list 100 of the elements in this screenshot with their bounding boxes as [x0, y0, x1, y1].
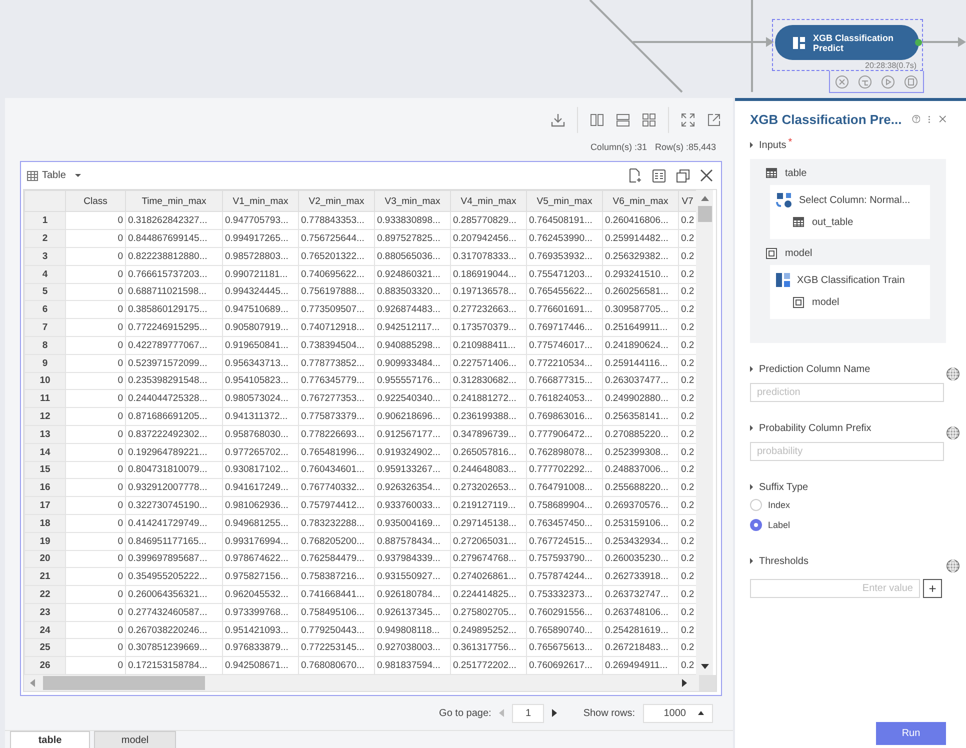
table-cell: 0.980573024... [222, 390, 298, 408]
column-header[interactable]: Time_min_max [126, 190, 222, 212]
column-header[interactable]: V3_min_max [374, 190, 450, 212]
column-header[interactable]: Class [66, 190, 126, 212]
globe-icon[interactable] [946, 426, 960, 440]
close-icon[interactable] [938, 113, 946, 125]
table-cell: 0.926137345... [374, 603, 450, 622]
row-number: 10 [24, 372, 66, 390]
radio-button[interactable] [750, 499, 762, 511]
caret-icon[interactable] [750, 484, 753, 490]
table-cell: 0.931550927... [374, 568, 450, 586]
horizontal-scrollbar[interactable] [24, 675, 716, 692]
external-link-icon[interactable] [707, 112, 721, 127]
row-number: 22 [24, 586, 66, 604]
columns-icon[interactable] [590, 112, 604, 127]
workflow-node[interactable]: XGB Classification Predict [775, 25, 919, 60]
input-field[interactable]: Enter value [750, 579, 920, 598]
table-cell: 0.994324445... [222, 283, 298, 301]
table-cell: 0.755471203... [526, 265, 602, 284]
table-cell: 0.385860129175... [126, 300, 222, 319]
table-cell: 0.277232663... [450, 300, 526, 319]
input-field[interactable]: probability [750, 442, 944, 461]
settings-list-icon[interactable] [652, 168, 666, 183]
column-header[interactable]: V7 [678, 190, 696, 212]
column-header[interactable]: V5_min_max [526, 190, 602, 212]
vertical-scrollbar[interactable] [696, 190, 713, 676]
table-cell: 0.192964789221... [126, 443, 222, 462]
download-icon[interactable] [551, 112, 565, 127]
table-cell: 0.765455622... [526, 283, 602, 301]
file-add-icon[interactable] [628, 168, 642, 184]
input-field[interactable]: prediction [750, 383, 944, 402]
column-header[interactable]: V4_min_max [450, 190, 526, 212]
output-port-name: out_table [812, 216, 854, 228]
table-cell: 0.949808118... [374, 621, 450, 639]
table-cell: 0.880565036... [374, 247, 450, 266]
table-cell: 0.758387216... [298, 568, 374, 586]
play-icon[interactable] [881, 74, 896, 88]
page-field[interactable]: 1 [512, 704, 544, 723]
table-cell: 0.942512117... [374, 318, 450, 336]
table-cell: 0 [66, 372, 126, 390]
required-mark: * [788, 137, 792, 148]
port-name: model [785, 248, 812, 258]
tab[interactable]: table [10, 731, 90, 748]
grid-icon[interactable] [642, 112, 656, 127]
table-cell: 0 [66, 390, 126, 408]
caret-icon[interactable] [750, 366, 753, 372]
table-cell: 0 [66, 496, 126, 514]
row-number: 4 [24, 265, 66, 284]
table-icon [793, 217, 804, 227]
table-cell: 0.766877315... [526, 372, 602, 390]
branch-icon[interactable] [858, 74, 872, 88]
globe-icon[interactable] [946, 559, 960, 573]
column-header[interactable]: V6_min_max [602, 190, 678, 212]
expand-icon[interactable] [681, 112, 695, 127]
table-cell: 0.765201322... [298, 247, 374, 266]
table-cell: 0.769863016... [526, 408, 602, 426]
table-cell: 0.993176994... [222, 532, 298, 550]
rows-per-page-select[interactable]: 1000 [643, 704, 713, 723]
rows-icon[interactable] [616, 112, 630, 127]
help-icon[interactable] [912, 112, 920, 126]
radio-button[interactable] [750, 519, 762, 531]
clipboard-icon[interactable] [904, 74, 918, 88]
table-cell: 0.978674622... [222, 550, 298, 568]
table-cell: 0.256329382... [602, 247, 678, 266]
column-header[interactable]: V1_min_max [222, 190, 298, 212]
globe-icon[interactable] [946, 367, 960, 381]
table-cell: 0.767724515... [526, 532, 602, 550]
table-cell: 0 [66, 638, 126, 657]
table-cell: 0.241881272... [450, 390, 526, 408]
column-header[interactable]: V2_min_max [298, 190, 374, 212]
cancel-icon[interactable] [834, 74, 849, 88]
caret-icon[interactable] [750, 425, 753, 431]
run-button[interactable]: Run [876, 722, 946, 745]
table-cell: 0.173570379... [450, 318, 526, 336]
table-cell: 0.260256581... [602, 283, 678, 301]
table-cell: 0.272065031... [450, 532, 526, 550]
table-cell: 0.757593790... [526, 550, 602, 568]
table-cell: 0.981062936... [222, 496, 298, 514]
table-cell: 0.765675613... [526, 638, 602, 657]
table-cell: 0.318262842327... [126, 212, 222, 230]
table-cell: 0.924860321... [374, 265, 450, 284]
caret-icon[interactable] [750, 558, 753, 564]
table-cell: 0.309587705... [602, 300, 678, 319]
next-page-icon[interactable] [552, 709, 558, 718]
row-number: 18 [24, 514, 66, 532]
add-button[interactable]: + [923, 579, 942, 598]
view-selector[interactable]: Table [42, 170, 66, 182]
row-number: 6 [24, 300, 66, 319]
row-number: 25 [24, 638, 66, 657]
section-label: Inputs [759, 140, 786, 150]
copy-icon[interactable] [676, 168, 690, 183]
caret-icon[interactable] [750, 142, 753, 148]
row-number: 9 [24, 354, 66, 372]
output-port[interactable] [915, 39, 922, 46]
close-icon[interactable] [700, 169, 713, 182]
tab[interactable]: model [94, 731, 176, 748]
table-cell: 0.975827156... [222, 568, 298, 586]
caret-icon[interactable] [74, 174, 81, 178]
table-cell: 0.248837006... [602, 461, 678, 479]
table-cell: 0.926326354... [374, 478, 450, 497]
